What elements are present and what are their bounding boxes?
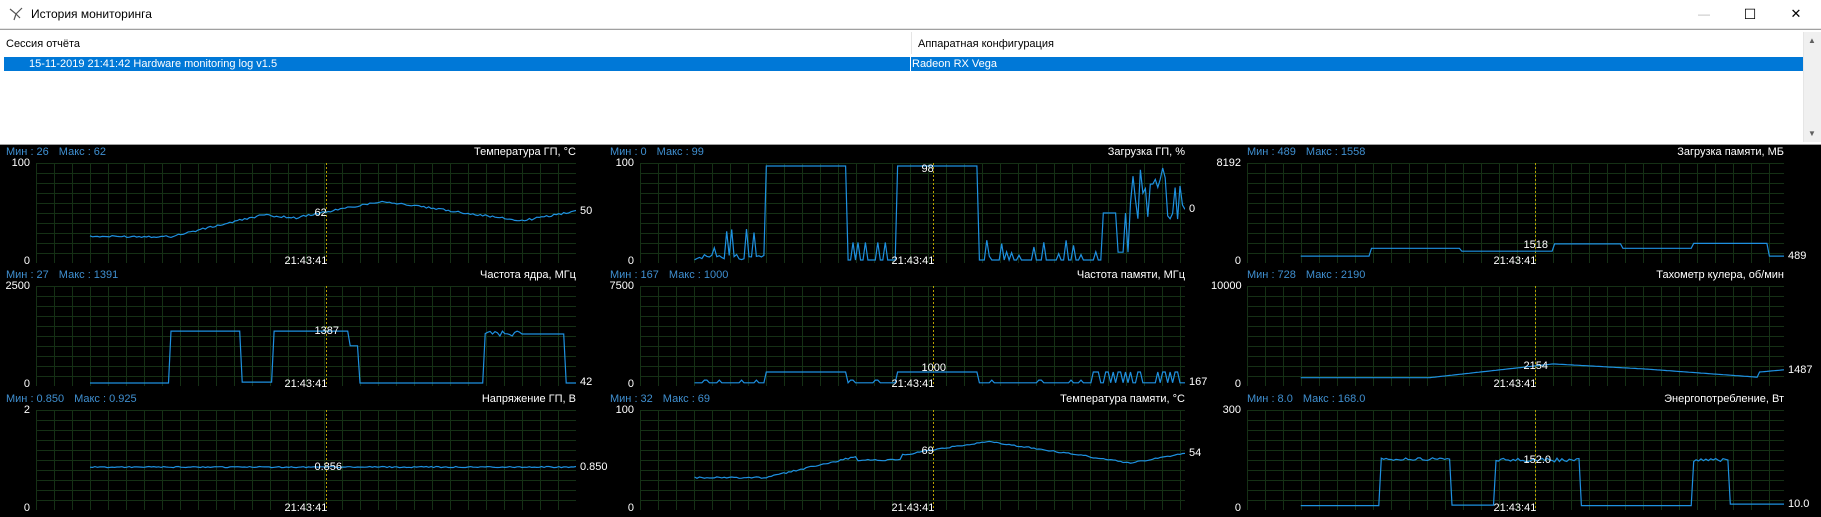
minimize-button[interactable]: — <box>1681 0 1727 28</box>
y-axis-min: 0 <box>23 378 30 390</box>
y-axis-max: 10000 <box>1211 280 1242 292</box>
session-cell: 15-11-2019 21:41:42 Hardware monitoring … <box>29 58 278 70</box>
y-axis-min: 0 <box>627 255 634 267</box>
cursor-value: 98 <box>921 163 934 175</box>
graph-title: Температура ГП, °C <box>474 146 576 158</box>
graph-plot[interactable] <box>640 410 1185 510</box>
cursor-time: 21:43:41 <box>1493 378 1537 390</box>
cursor-value: 1387 <box>314 325 339 338</box>
cell-separator <box>910 57 911 71</box>
cursor-time: 21:43:41 <box>891 255 935 267</box>
app-icon <box>9 7 23 21</box>
cursor-value: 1518 <box>1523 239 1548 251</box>
graph-plot[interactable] <box>36 286 576 386</box>
y-axis-min: 0 <box>23 255 30 267</box>
end-value: 0 <box>1189 203 1196 216</box>
end-value: 54 <box>1189 447 1202 460</box>
end-value: 489 <box>1788 250 1807 263</box>
graph-title: Энергопотребление, Вт <box>1664 393 1784 405</box>
scroll-down-icon[interactable]: ▼ <box>1808 129 1816 138</box>
maximize-button[interactable]: ☐ <box>1727 0 1773 28</box>
end-value: 1487 <box>1788 363 1813 376</box>
graph-plot[interactable] <box>1247 410 1784 510</box>
graph-plot[interactable] <box>36 163 576 263</box>
session-row[interactable]: 15-11-2019 21:41:42 Hardware monitoring … <box>4 57 1815 71</box>
cursor-value: 1000 <box>921 362 946 374</box>
minimize-icon: — <box>1698 7 1710 21</box>
cursor-time: 21:43:41 <box>284 502 328 514</box>
scroll-up-icon[interactable]: ▲ <box>1808 36 1816 45</box>
cursor-time: 21:43:41 <box>891 502 935 514</box>
y-axis-min: 0 <box>1234 255 1241 267</box>
cursor-time: 21:43:41 <box>1493 255 1537 267</box>
end-value: 10.0 <box>1788 498 1810 511</box>
graph-title: Частота ядра, МГц <box>480 269 576 281</box>
graph-title: Частота памяти, МГц <box>1076 269 1185 281</box>
y-axis-min: 0 <box>1234 502 1241 514</box>
session-list[interactable]: Сессия отчёта Аппаратная конфигурация 15… <box>0 29 1821 145</box>
cursor-time: 21:43:41 <box>891 378 935 390</box>
cursor-value: 0.856 <box>314 461 343 474</box>
y-axis-max: 300 <box>1222 404 1241 416</box>
y-axis-max: 100 <box>615 157 634 169</box>
y-axis-max: 100 <box>615 404 634 416</box>
column-header-config[interactable]: Аппаратная конфигурация <box>912 32 1815 54</box>
graph-title: Температура памяти, °C <box>1060 393 1185 405</box>
cursor-value: 152.0 <box>1523 453 1552 466</box>
graph-title: Тахометр кулера, об/мин <box>1656 269 1784 281</box>
y-axis-min: 0 <box>627 378 634 390</box>
y-axis-min: 0 <box>23 502 30 514</box>
graph-plot[interactable] <box>640 163 1185 263</box>
cursor-time: 21:43:41 <box>284 378 328 390</box>
graph-title: Напряжение ГП, В <box>481 393 576 405</box>
title-bar: История мониторинга — ☐ ✕ <box>0 0 1821 29</box>
y-axis-max: 100 <box>11 157 30 169</box>
graph-series-line <box>694 440 1185 479</box>
y-axis-max: 8192 <box>1216 157 1241 169</box>
cursor-value: 69 <box>921 444 934 457</box>
graph-title: Загрузка памяти, МБ <box>1677 146 1784 158</box>
end-value: 42 <box>580 376 593 388</box>
window-title: История мониторинга <box>31 7 152 21</box>
graph-plot[interactable] <box>1247 286 1784 386</box>
graph-plot[interactable] <box>36 410 576 510</box>
cursor-value: 2154 <box>1523 359 1548 372</box>
config-cell: Radeon RX Vega <box>912 58 998 70</box>
cursor-value: 62 <box>314 206 327 219</box>
close-button[interactable]: ✕ <box>1773 0 1819 28</box>
graph-plot[interactable] <box>1247 163 1784 263</box>
cursor-time: 21:43:41 <box>284 255 328 267</box>
close-icon: ✕ <box>1790 6 1802 21</box>
cursor-time: 21:43:41 <box>1493 502 1537 514</box>
y-axis-max: 7500 <box>609 280 634 292</box>
y-axis-min: 0 <box>627 502 634 514</box>
y-axis-max: 2500 <box>5 280 30 292</box>
y-axis-max: 2 <box>23 404 30 416</box>
graph-plot[interactable] <box>640 286 1185 386</box>
graph-title: Загрузка ГП, % <box>1107 146 1185 158</box>
end-value: 50 <box>580 204 593 217</box>
end-value: 167 <box>1189 376 1208 388</box>
y-axis-min: 0 <box>1234 378 1241 390</box>
vertical-scrollbar[interactable]: ▲ ▼ <box>1803 32 1821 142</box>
column-header-session[interactable]: Сессия отчёта <box>0 32 912 54</box>
monitoring-graphs[interactable]: Мин : 26 Макс : 62 Температура ГП, °C 100 0 6… <box>0 145 1821 517</box>
maximize-icon: ☐ <box>1743 5 1757 22</box>
end-value: 0.850 <box>580 460 608 473</box>
